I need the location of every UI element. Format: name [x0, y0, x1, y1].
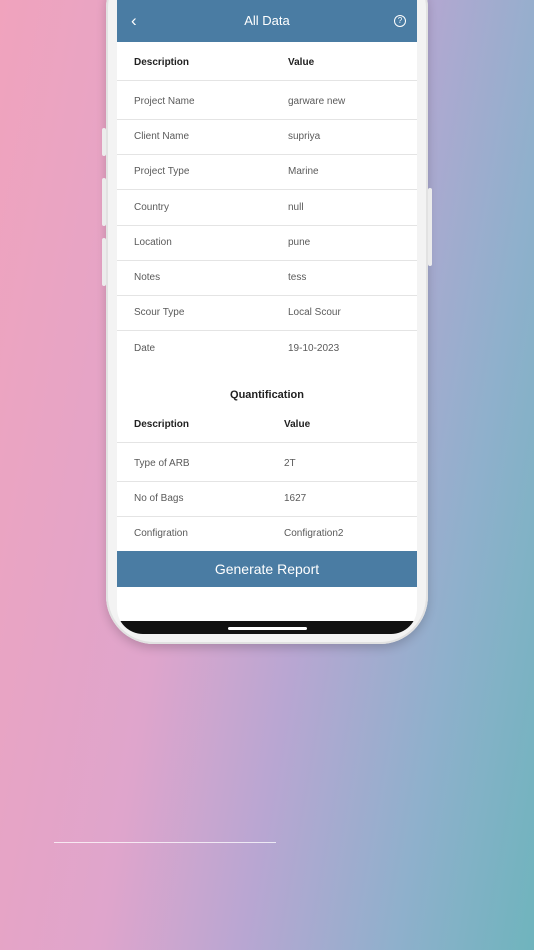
row-label: Date	[134, 343, 156, 354]
row-value: supriya	[288, 131, 321, 142]
row-value: tess	[288, 272, 307, 283]
home-indicator[interactable]	[228, 627, 307, 630]
column-header-description: Description	[134, 419, 190, 430]
help-icon[interactable]: ?	[394, 15, 406, 27]
row-value: 1627	[284, 493, 307, 504]
row-label: No of Bags	[134, 493, 184, 504]
row-label: Client Name	[134, 131, 190, 142]
quantification-header-row: Description Value	[117, 407, 417, 443]
row-value: garware new	[288, 96, 346, 107]
phone-side-button	[102, 238, 106, 286]
column-header-value: Value	[284, 419, 311, 430]
row-value: Configration2	[284, 528, 344, 539]
row-label: Country	[134, 202, 170, 213]
row-label: Type of ARB	[134, 458, 190, 469]
phone-side-button	[102, 128, 106, 156]
table-row: Client Name supriya	[117, 119, 417, 155]
phone-side-button	[428, 188, 432, 266]
row-value: Marine	[288, 166, 319, 177]
table-row: Date 19-10-2023	[117, 331, 417, 366]
row-label: Project Name	[134, 96, 195, 107]
column-header-description: Description	[134, 57, 190, 68]
app-bar: ‹ All Data ?	[117, 0, 417, 42]
page-title: All Data	[244, 13, 290, 28]
table-row: Project Name garware new	[117, 84, 417, 120]
table-row: Type of ARB 2T	[117, 446, 417, 482]
row-label: Configration	[134, 528, 188, 539]
quantification-title: Quantification	[230, 389, 304, 401]
table-row: Scour Type Local Scour	[117, 295, 417, 331]
row-value: null	[288, 202, 304, 213]
row-label: Scour Type	[134, 307, 185, 318]
table-row: Location pune	[117, 225, 417, 261]
table-row: Country null	[117, 190, 417, 226]
details-header-row: Description Value	[117, 45, 417, 81]
table-row: Notes tess	[117, 260, 417, 296]
table-row: Project Type Marine	[117, 154, 417, 190]
table-row: No of Bags 1627	[117, 481, 417, 517]
row-value: Local Scour	[288, 307, 341, 318]
row-label: Location	[134, 237, 172, 248]
row-label: Project Type	[134, 166, 190, 177]
row-value: pune	[288, 237, 311, 248]
row-value: 2T	[284, 458, 296, 469]
row-value: 19-10-2023	[288, 343, 340, 354]
table-row: Configration Configration2	[117, 516, 417, 551]
row-label: Notes	[134, 272, 161, 283]
column-header-value: Value	[288, 57, 315, 68]
generate-report-button[interactable]: Generate Report	[117, 551, 417, 587]
phone-screen: ‹ All Data ? Description Value Project N…	[117, 0, 417, 634]
decorative-divider	[54, 842, 276, 843]
phone-side-button	[102, 178, 106, 226]
